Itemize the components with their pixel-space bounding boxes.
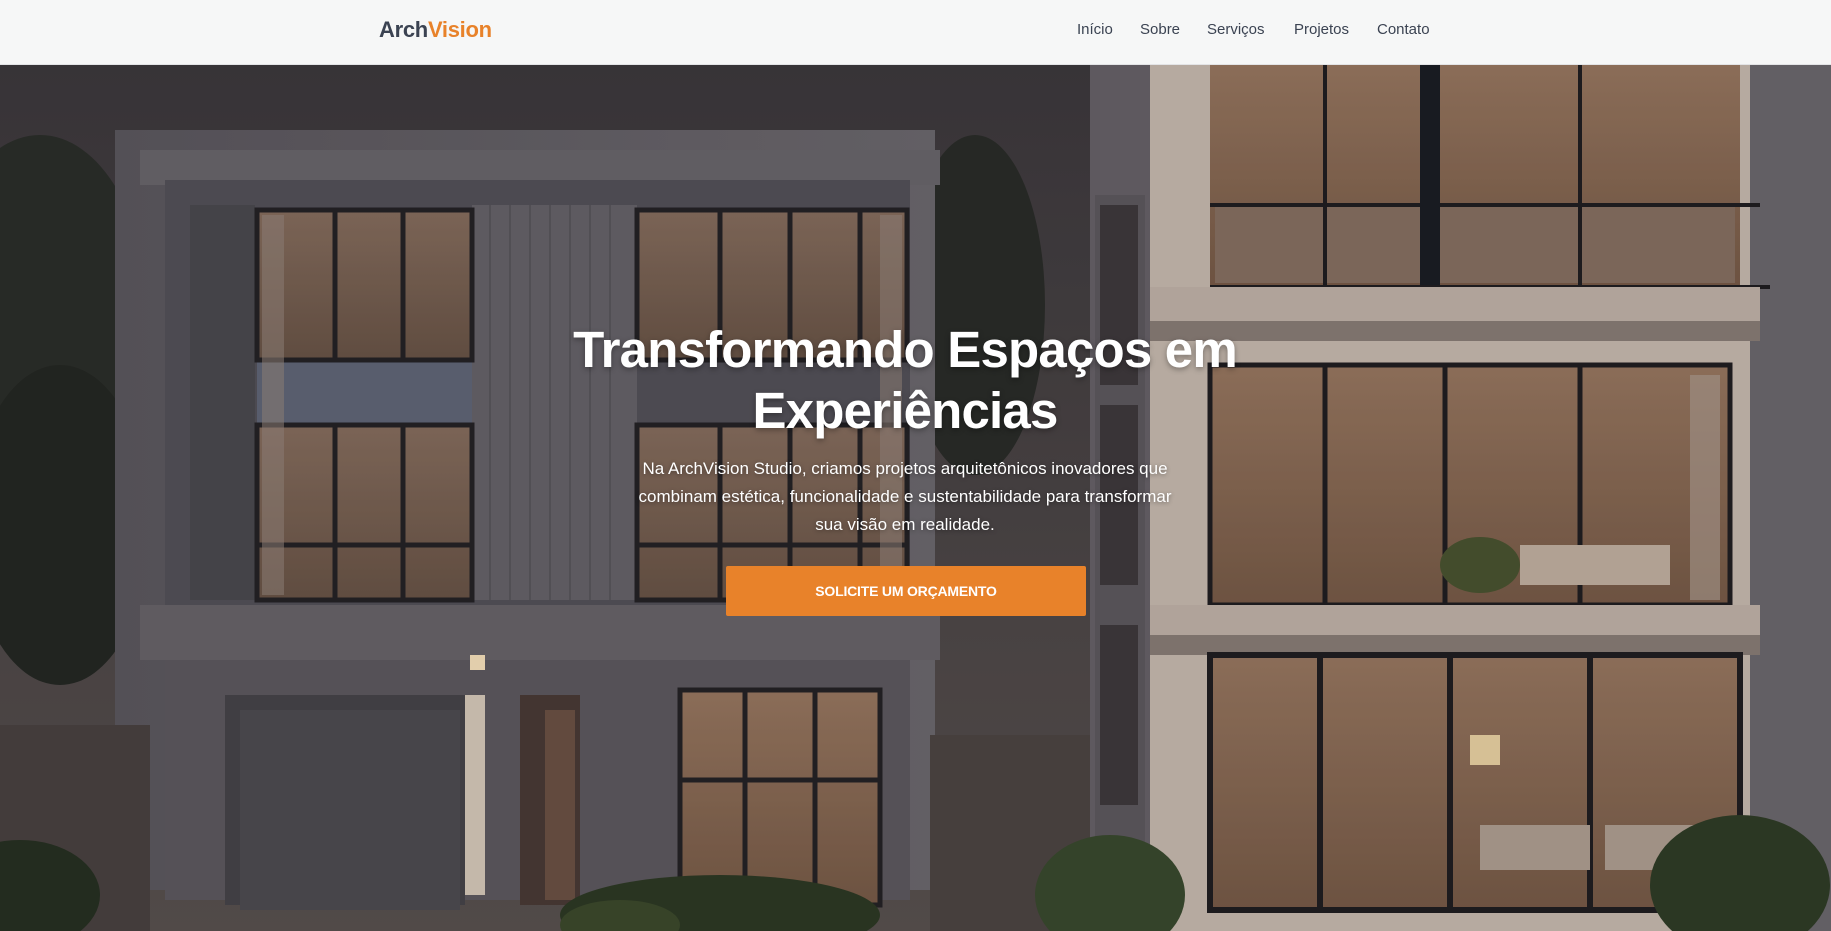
- nav-link-contato[interactable]: Contato: [1377, 21, 1430, 38]
- site-header: ArchVision Início Sobre Serviços Projeto…: [0, 0, 1831, 65]
- hero-title: Transformando Espaços em Experiências: [573, 321, 1238, 439]
- hero-subtitle: Na ArchVision Studio, criamos projetos a…: [638, 459, 1172, 534]
- logo-text-arch: Arch: [379, 17, 428, 42]
- logo-text-vision: Vision: [427, 17, 492, 42]
- request-quote-button[interactable]: SOLICITE UM ORÇAMENTO: [726, 566, 1086, 616]
- nav-link-projetos[interactable]: Projetos: [1294, 21, 1349, 38]
- logo[interactable]: ArchVision: [379, 17, 492, 43]
- nav-link-inicio[interactable]: Início: [1077, 21, 1113, 38]
- hero-content: Transformando Espaços em Experiências Na…: [0, 65, 1831, 931]
- nav-link-servicos[interactable]: Serviços: [1207, 21, 1265, 38]
- hero-section: Transformando Espaços em Experiências Na…: [0, 65, 1831, 931]
- nav-link-sobre[interactable]: Sobre: [1140, 21, 1180, 38]
